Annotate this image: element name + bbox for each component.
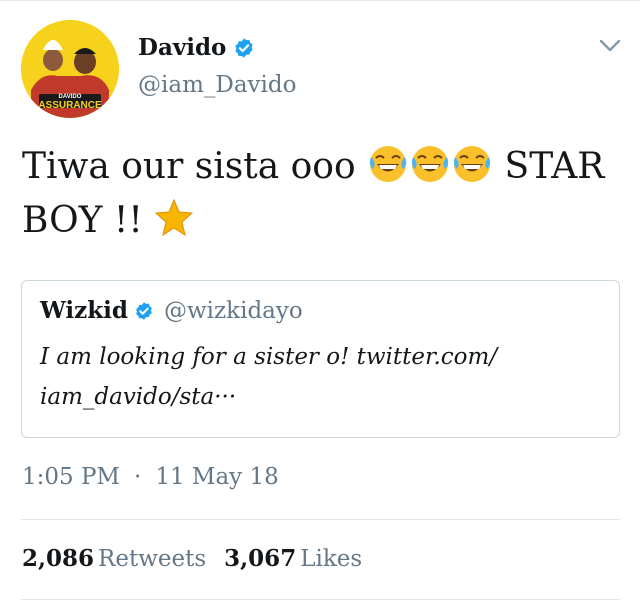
quoted-tweet-card[interactable]: Wizkid @wizkidayo I am looking for a sis… [21, 280, 620, 438]
divider [21, 519, 620, 520]
quoted-author-row[interactable]: Wizkid @wizkidayo [40, 297, 303, 324]
avatar[interactable]: DAVIDO ASSURANCE [21, 20, 119, 118]
tweet-time: 1:05 PM [22, 464, 120, 490]
tweet-text-part1: Tiwa our sista ooo [22, 146, 356, 187]
tweet-date: 11 May 18 [155, 464, 279, 490]
likes-count: 3,067 [224, 545, 297, 572]
face-with-tears-of-joy-icon [369, 146, 407, 182]
tweet-text: Tiwa our sista ooo STAR BOY !! [22, 140, 622, 248]
divider [21, 599, 620, 600]
quoted-tweet-text: I am looking for a sister o! twitter.com… [40, 337, 600, 417]
tweet-text-part2: STAR [504, 146, 605, 187]
tweet-timestamp[interactable]: 1:05 PM · 11 May 18 [22, 464, 279, 490]
retweets-count: 2,086 [22, 545, 95, 572]
meta-separator: · [134, 464, 142, 490]
author-name[interactable]: Davido [138, 34, 226, 61]
quoted-author-name[interactable]: Wizkid [40, 297, 128, 324]
quoted-author-handle[interactable]: @wizkidayo [164, 298, 303, 324]
avatar-text-bottom: ASSURANCE [38, 100, 102, 111]
star-icon [155, 198, 194, 237]
verified-badge-icon [136, 301, 152, 320]
chevron-down-icon[interactable] [598, 38, 622, 54]
face-with-tears-of-joy-icon [453, 146, 491, 182]
author-name-row[interactable]: Davido [138, 34, 255, 61]
likes-stat[interactable]: 3,067 Likes [224, 545, 380, 572]
top-divider [0, 0, 640, 1]
likes-label: Likes [300, 546, 363, 572]
retweets-stat[interactable]: 2,086 Retweets [22, 545, 224, 572]
verified-badge-icon [235, 37, 253, 58]
quoted-text-line2: iam_davido/sta··· [40, 384, 237, 410]
face-with-tears-of-joy-icon [411, 146, 449, 182]
author-handle[interactable]: @iam_Davido [138, 72, 296, 98]
quoted-text-line1: I am looking for a sister o! twitter.com… [40, 344, 498, 370]
engagement-stats: 2,086 Retweets 3,067 Likes [22, 545, 380, 572]
tweet-text-part3: BOY !! [22, 200, 143, 241]
retweets-label: Retweets [98, 546, 207, 572]
